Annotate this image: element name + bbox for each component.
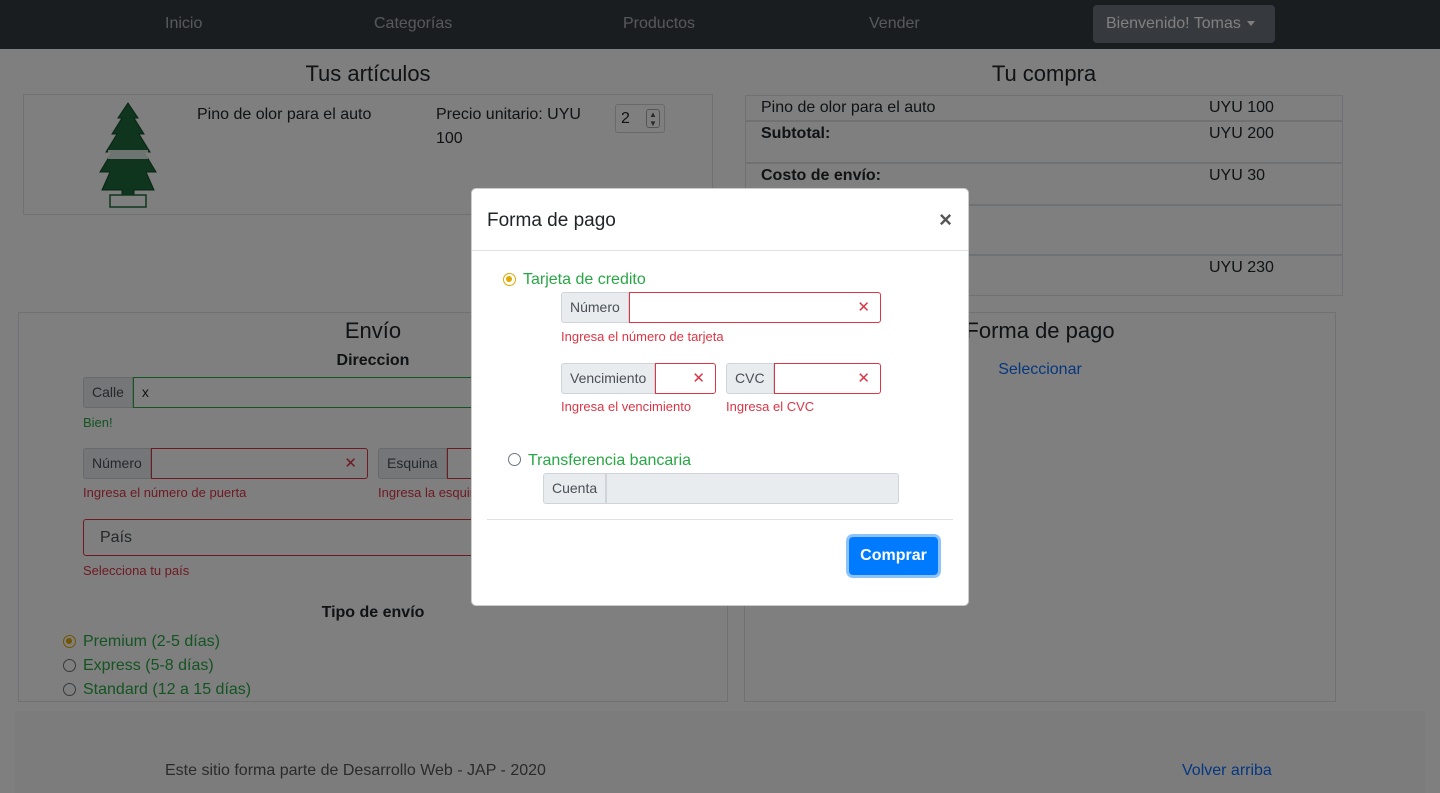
account-label: Cuenta (543, 473, 607, 504)
buy-button[interactable]: Comprar (849, 537, 938, 575)
credit-card-label[interactable]: Tarjeta de credito (523, 271, 646, 289)
credit-card-radio[interactable] (503, 273, 516, 286)
modal-footer-divider (487, 519, 953, 520)
account-field: Cuenta (543, 473, 899, 504)
bank-transfer-label[interactable]: Transferencia bancaria (528, 452, 691, 470)
modal-title: Forma de pago (487, 210, 616, 231)
card-number-error: Ingresa el número de tarjeta (561, 329, 724, 344)
expiry-label: Vencimiento (561, 363, 656, 394)
invalid-icon: ✕ (857, 370, 870, 387)
invalid-icon: ✕ (692, 370, 705, 387)
card-number-field: Número ✕ (561, 292, 881, 323)
card-number-input[interactable]: ✕ (628, 292, 881, 323)
account-input[interactable] (606, 473, 899, 504)
cvc-error: Ingresa el CVC (726, 399, 815, 414)
cvc-field: CVC ✕ (726, 363, 881, 394)
payment-modal: Forma de pago × Tarjeta de credito Númer… (471, 188, 969, 606)
expiry-field: Vencimiento ✕ (561, 363, 716, 394)
bank-transfer-radio[interactable] (508, 453, 521, 466)
expiry-error: Ingresa el vencimiento (561, 399, 692, 414)
invalid-icon: ✕ (857, 299, 870, 316)
cvc-label: CVC (726, 363, 774, 394)
close-icon[interactable]: × (939, 207, 952, 233)
cvc-input[interactable]: ✕ (773, 363, 881, 394)
modal-header-divider (472, 250, 968, 251)
card-number-label: Número (561, 292, 629, 323)
expiry-input[interactable]: ✕ (655, 363, 716, 394)
